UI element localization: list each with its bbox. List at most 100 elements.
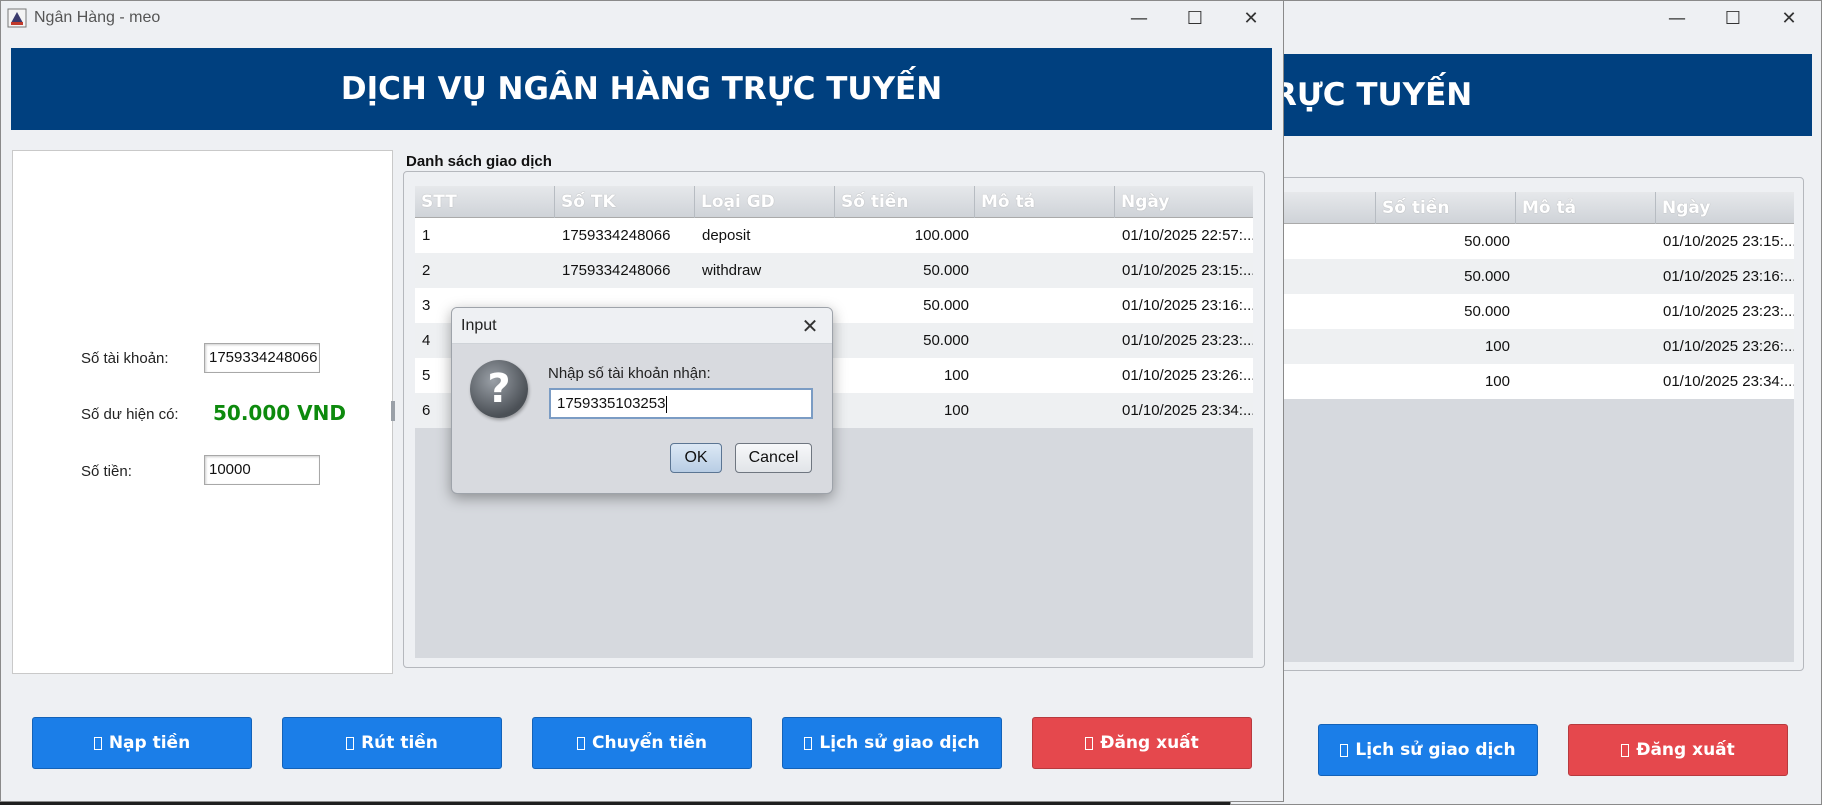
account-number-field[interactable]: 1759334248066 — [204, 343, 320, 373]
minimize-button[interactable]: — — [1649, 3, 1705, 33]
table-row[interactable]: t 100 01/10/2025 23:26:... — [1232, 329, 1794, 364]
cancel-button[interactable]: Cancel — [735, 443, 812, 473]
history-icon — [804, 736, 813, 750]
column-header[interactable]: Số tiền — [835, 186, 975, 218]
cell-description — [975, 323, 1115, 358]
amount-label: Số tiền: — [81, 463, 132, 480]
logout-icon — [1085, 736, 1094, 750]
logout-button-label: Đăng xuất — [1100, 733, 1199, 753]
cell-description — [1516, 329, 1656, 364]
column-header[interactable]: Số tiền — [1376, 192, 1516, 224]
logout-icon — [1621, 743, 1630, 757]
bank-main-window: Ngân Hàng - meo — ☐ ✕ DỊCH VỤ NGÂN HÀNG … — [0, 0, 1284, 802]
recipient-account-input[interactable]: 1759335103253 — [549, 388, 813, 419]
cell-account: 1759334248066 — [562, 227, 671, 244]
banner-title: RỰC TUYẾN — [1273, 77, 1473, 113]
transfer-button[interactable]: Chuyển tiền — [532, 717, 752, 769]
background-bank-window: — ☐ ✕ RỰC TUYẾN GD Số tiền Mô tả Ngày t … — [1230, 0, 1822, 805]
cell-description — [1516, 224, 1656, 259]
cell-amount: 100 — [1484, 338, 1510, 355]
close-button[interactable]: ✕ — [1761, 3, 1817, 33]
table-row[interactable]: t 50.000 01/10/2025 23:15:... — [1232, 224, 1794, 259]
cell-stt: 2 — [422, 262, 431, 279]
banner-title: DỊCH VỤ NGÂN HÀNG TRỰC TUYẾN — [340, 71, 943, 107]
cell-date: 01/10/2025 23:26:... — [1122, 367, 1253, 384]
cell-amount: 50.000 — [1464, 268, 1510, 285]
dialog-title: Input — [461, 317, 497, 334]
dialog-title-bar[interactable]: Input ✕ — [452, 308, 832, 344]
table-header: STT Số TK Loại GD Số tiền Mô tả Ngày — [415, 186, 1253, 218]
cell-date: 01/10/2025 23:34:... — [1122, 402, 1253, 419]
deposit-button[interactable]: Nạp tiền — [32, 717, 252, 769]
column-header[interactable]: Loại GD — [695, 186, 835, 218]
column-header[interactable]: Ngày — [1656, 192, 1794, 224]
history-icon — [1340, 743, 1349, 757]
cell-date: 01/10/2025 22:57:... — [1122, 227, 1253, 244]
history-button-label: Lịch sử giao dịch — [819, 733, 980, 753]
cell-account: 1759334248066 — [562, 262, 671, 279]
cell-description — [1516, 364, 1656, 399]
history-button[interactable]: Lịch sử giao dịch — [782, 717, 1002, 769]
cell-date: 01/10/2025 23:15:... — [1663, 233, 1794, 250]
column-header[interactable]: Mô tả — [1516, 192, 1656, 224]
splitter-handle[interactable] — [391, 401, 395, 421]
table-row[interactable]: aw 100 01/10/2025 23:34:... — [1232, 364, 1794, 399]
transaction-table[interactable]: GD Số tiền Mô tả Ngày t 50.000 01/10/202… — [1232, 192, 1794, 662]
question-icon: ? — [470, 360, 528, 418]
dialog-close-button[interactable]: ✕ — [796, 312, 824, 340]
maximize-button[interactable]: ☐ — [1705, 3, 1761, 33]
cell-stt: 1 — [422, 227, 431, 244]
withdraw-button[interactable]: Rút tiền — [282, 717, 502, 769]
transaction-table-frame: GD Số tiền Mô tả Ngày t 50.000 01/10/202… — [1231, 177, 1804, 671]
deposit-button-label: Nạp tiền — [108, 733, 191, 753]
transfer-icon — [577, 736, 586, 750]
cell-description — [975, 288, 1115, 323]
history-button[interactable]: Lịch sử giao dịch — [1318, 724, 1538, 776]
text-caret — [666, 395, 668, 413]
java-app-icon — [7, 8, 27, 28]
balance-label: Số dư hiện có: — [81, 406, 179, 423]
ok-button[interactable]: OK — [670, 443, 722, 473]
table-row[interactable]: aw 50.000 01/10/2025 23:23:... — [1232, 294, 1794, 329]
column-header[interactable]: STT — [415, 186, 555, 218]
amount-input[interactable]: 10000 — [204, 455, 320, 485]
account-panel: Số tài khoản: 1759334248066 Số dư hiện c… — [12, 150, 393, 674]
minimize-button[interactable]: — — [1111, 3, 1167, 33]
deposit-icon — [93, 736, 102, 750]
table-row[interactable]: t 50.000 01/10/2025 23:16:... — [1232, 259, 1794, 294]
column-header[interactable]: Ngày — [1115, 186, 1253, 218]
logout-button[interactable]: Đăng xuất — [1568, 724, 1788, 776]
cell-amount: 50.000 — [923, 332, 969, 349]
withdraw-button-label: Rút tiền — [361, 733, 438, 753]
table-header: GD Số tiền Mô tả Ngày — [1232, 192, 1794, 224]
logout-button[interactable]: Đăng xuất — [1032, 717, 1252, 769]
cell-type: withdraw — [702, 262, 762, 279]
cell-date: 01/10/2025 23:23:... — [1663, 303, 1794, 320]
title-bar[interactable]: Ngân Hàng - meo — ☐ ✕ — [1, 1, 1283, 35]
banner: DỊCH VỤ NGÂN HÀNG TRỰC TUYẾN — [11, 48, 1272, 130]
input-dialog: Input ✕ ? Nhập số tài khoản nhận: 175933… — [451, 307, 833, 494]
cell-amount: 100 — [943, 402, 969, 419]
table-row[interactable]: 2 1759334248066 withdraw 50.000 01/10/20… — [415, 253, 1253, 288]
dialog-prompt: Nhập số tài khoản nhận: — [548, 365, 711, 382]
column-header[interactable]: Số TK — [555, 186, 695, 218]
table-row[interactable]: 1 1759334248066 deposit 100.000 01/10/20… — [415, 218, 1253, 253]
cell-amount: 100 — [943, 367, 969, 384]
history-button-label: Lịch sử giao dịch — [1355, 740, 1516, 760]
cell-description — [975, 253, 1115, 288]
maximize-button[interactable]: ☐ — [1167, 3, 1223, 33]
close-button[interactable]: ✕ — [1223, 3, 1279, 33]
column-header[interactable]: Mô tả — [975, 186, 1115, 218]
account-number-label: Số tài khoản: — [81, 350, 169, 367]
transactions-title: Danh sách giao dịch — [406, 153, 552, 170]
cell-date: 01/10/2025 23:26:... — [1663, 338, 1794, 355]
banner: RỰC TUYẾN — [1231, 54, 1812, 136]
logout-button-label: Đăng xuất — [1636, 740, 1735, 760]
cell-amount: 100.000 — [914, 227, 969, 244]
cell-description — [975, 358, 1115, 393]
cell-date: 01/10/2025 23:23:... — [1122, 332, 1253, 349]
cell-date: 01/10/2025 23:34:... — [1663, 373, 1794, 390]
cell-amount: 50.000 — [923, 262, 969, 279]
withdraw-icon — [346, 736, 355, 750]
cell-date: 01/10/2025 23:16:... — [1122, 297, 1253, 314]
